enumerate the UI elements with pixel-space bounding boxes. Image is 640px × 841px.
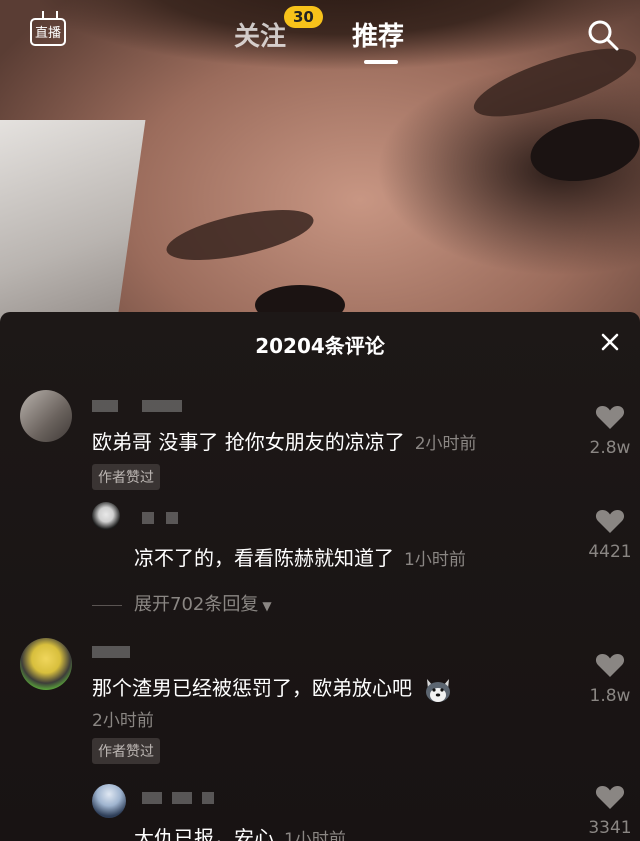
comment-body: 大仇已报，安心 xyxy=(134,826,274,841)
following-badge: 30 xyxy=(284,6,323,28)
comment-time-line: 2小时前 xyxy=(92,706,154,731)
avatar[interactable] xyxy=(92,784,126,818)
video-background-wall xyxy=(0,120,146,330)
username-blurred[interactable] xyxy=(166,512,178,524)
search-icon[interactable] xyxy=(586,18,620,52)
like-count: 1.8w xyxy=(589,686,631,706)
comment-body: 欧弟哥 没事了 抢你女朋友的凉凉了 xyxy=(92,430,405,454)
like-button[interactable]: 2.8w xyxy=(580,404,640,458)
comment-text: 大仇已报，安心 1小时前 xyxy=(134,822,346,841)
like-button[interactable]: 1.8w xyxy=(580,652,640,706)
expand-replies-label: 展开702条回复 xyxy=(134,594,259,615)
caret-down-icon: ▼ xyxy=(262,599,272,613)
heart-icon xyxy=(595,786,625,809)
comment-text: 凉不了的，看看陈赫就知道了 1小时前 xyxy=(134,542,466,571)
comment-sheet: 20204条评论 欧弟哥 没事了 抢你女朋友的凉凉了 2小时前 作者赞过 2.8w… xyxy=(0,312,640,841)
heart-icon xyxy=(595,654,625,677)
username-blurred[interactable] xyxy=(92,400,118,412)
username-blurred[interactable] xyxy=(172,792,192,804)
tab-recommend[interactable]: 推荐 xyxy=(352,16,404,53)
avatar[interactable] xyxy=(20,638,72,690)
like-button[interactable]: 4421 xyxy=(580,508,640,562)
expand-replies-button[interactable]: 展开702条回复 ▼ xyxy=(92,590,272,616)
active-tab-indicator xyxy=(364,60,398,64)
husky-emoji-icon xyxy=(426,678,451,702)
comment-text: 欧弟哥 没事了 抢你女朋友的凉凉了 2小时前 xyxy=(92,426,477,455)
heart-icon xyxy=(595,510,625,533)
divider-line xyxy=(92,604,122,606)
comment-time: 2小时前 xyxy=(92,711,154,731)
comment-time: 2小时前 xyxy=(414,434,477,454)
avatar[interactable] xyxy=(92,502,120,530)
like-button[interactable]: 3341 xyxy=(580,784,640,838)
username-blurred[interactable] xyxy=(142,792,162,804)
top-navigation-bar: 直播 关注 30 推荐 xyxy=(0,0,640,80)
author-liked-tag: 作者赞过 xyxy=(92,738,160,764)
username-blurred[interactable] xyxy=(202,792,214,804)
avatar[interactable] xyxy=(20,390,72,442)
like-count: 4421 xyxy=(588,542,632,562)
comment-body: 凉不了的，看看陈赫就知道了 xyxy=(134,546,394,570)
username-blurred[interactable] xyxy=(142,512,154,524)
comment-text: 那个渣男已经被惩罚了，欧弟放心吧 xyxy=(92,672,452,703)
like-count: 2.8w xyxy=(589,438,631,458)
heart-icon xyxy=(595,406,625,429)
video-eyebrow-left xyxy=(162,199,318,271)
live-label: 直播 xyxy=(34,26,61,41)
like-count: 3341 xyxy=(588,818,632,838)
comment-time: 1小时前 xyxy=(284,830,346,841)
username-blurred[interactable] xyxy=(92,646,130,658)
comment-time: 1小时前 xyxy=(404,550,466,570)
comment-count-title: 20204条评论 xyxy=(255,334,385,358)
live-tv-icon[interactable]: 直播 xyxy=(30,18,66,46)
author-liked-tag: 作者赞过 xyxy=(92,464,160,490)
close-icon[interactable] xyxy=(600,332,620,352)
comment-body: 那个渣男已经被惩罚了，欧弟放心吧 xyxy=(92,676,412,700)
tab-following[interactable]: 关注 xyxy=(234,16,286,53)
username-blurred[interactable] xyxy=(142,400,182,412)
